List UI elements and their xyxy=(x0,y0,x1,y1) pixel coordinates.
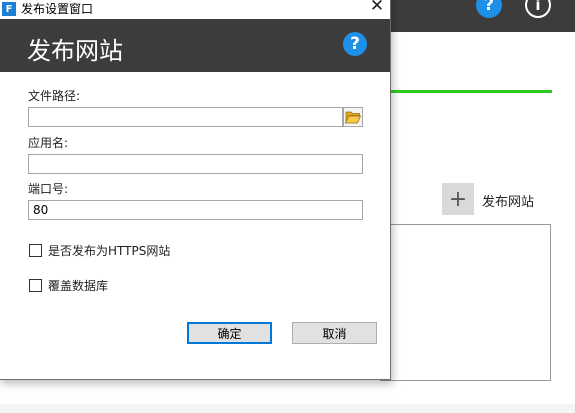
overwrite-db-option[interactable]: 覆盖数据库 xyxy=(29,277,108,294)
add-site-button[interactable]: + xyxy=(442,183,474,215)
add-site-label[interactable]: 发布网站 xyxy=(482,191,534,210)
port-input[interactable] xyxy=(28,200,363,220)
progress-accent-line xyxy=(390,90,552,93)
https-option[interactable]: 是否发布为HTTPS网站 xyxy=(29,242,170,259)
dialog-header: 发布网站 ? xyxy=(0,19,390,72)
site-list-panel xyxy=(380,224,551,381)
file-path-input[interactable] xyxy=(28,107,343,127)
app-name-input[interactable] xyxy=(28,154,363,174)
overwrite-db-checkbox[interactable] xyxy=(29,279,42,292)
plus-icon: + xyxy=(448,186,468,212)
status-strip xyxy=(0,404,575,413)
app-logo-icon: F xyxy=(2,2,16,16)
overwrite-db-checkbox-label[interactable]: 覆盖数据库 xyxy=(48,277,108,294)
close-icon[interactable]: ✕ xyxy=(365,0,389,16)
folder-open-icon xyxy=(345,111,361,124)
help-icon[interactable]: ? xyxy=(476,0,502,18)
port-label: 端口号: xyxy=(28,182,69,196)
info-icon[interactable]: i xyxy=(525,0,551,18)
https-checkbox-label[interactable]: 是否发布为HTTPS网站 xyxy=(48,242,170,259)
cancel-button[interactable]: 取消 xyxy=(292,322,377,344)
help-icon[interactable]: ? xyxy=(343,32,367,56)
browse-folder-button[interactable] xyxy=(343,107,363,127)
file-path-label: 文件路径: xyxy=(28,89,81,103)
dialog-titlebar[interactable]: F 发布设置窗口 ✕ xyxy=(0,0,390,19)
ok-button[interactable]: 确定 xyxy=(187,322,272,344)
dialog-heading: 发布网站 xyxy=(27,37,123,65)
publish-settings-dialog: F 发布设置窗口 ✕ 发布网站 ? 文件路径: 应用名: 端口号: 是否发布为H… xyxy=(0,0,391,380)
app-name-label: 应用名: xyxy=(28,136,69,150)
https-checkbox[interactable] xyxy=(29,244,42,257)
window-title: 发布设置窗口 xyxy=(21,2,94,16)
